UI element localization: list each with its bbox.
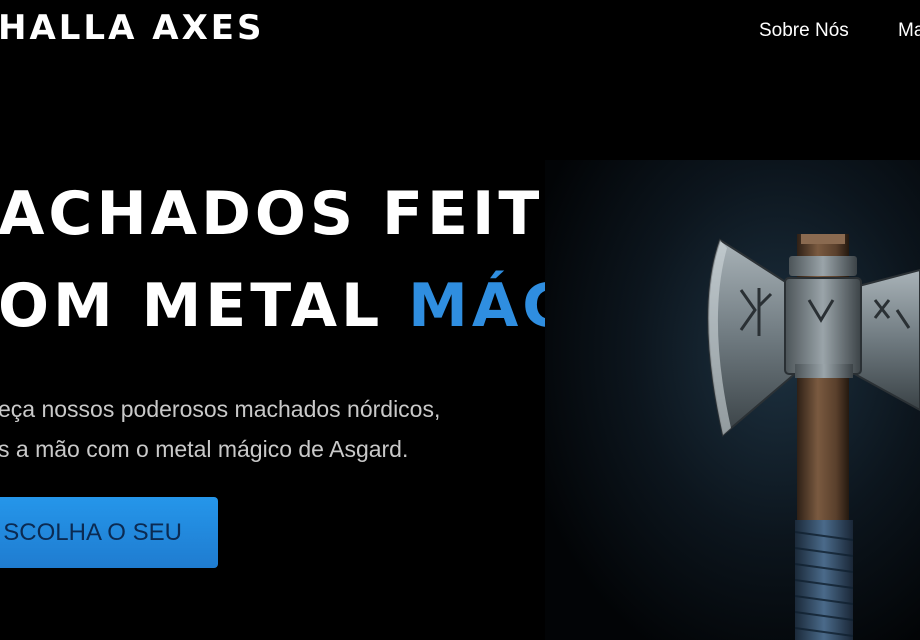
axe-illustration-icon xyxy=(545,160,920,640)
nav-link-sobre-nos[interactable]: Sobre Nós xyxy=(759,20,849,42)
landing-page: HALLA AXES Sobre Nós Ma ACHADOS FEITOS O… xyxy=(0,0,920,640)
hero-subtitle-line2: s a mão com o metal mágico de Asgard. xyxy=(0,436,409,462)
hero-title-prefix: OM METAL xyxy=(0,271,409,341)
choose-yours-button[interactable]: SCOLHA O SEU xyxy=(0,497,218,568)
site-logo[interactable]: HALLA AXES xyxy=(0,8,265,48)
norse-axe-image xyxy=(545,160,920,640)
nav-link-machados[interactable]: Ma xyxy=(898,20,920,42)
hero-subtitle-line1: eça nossos poderosos machados nórdicos, xyxy=(0,396,441,422)
